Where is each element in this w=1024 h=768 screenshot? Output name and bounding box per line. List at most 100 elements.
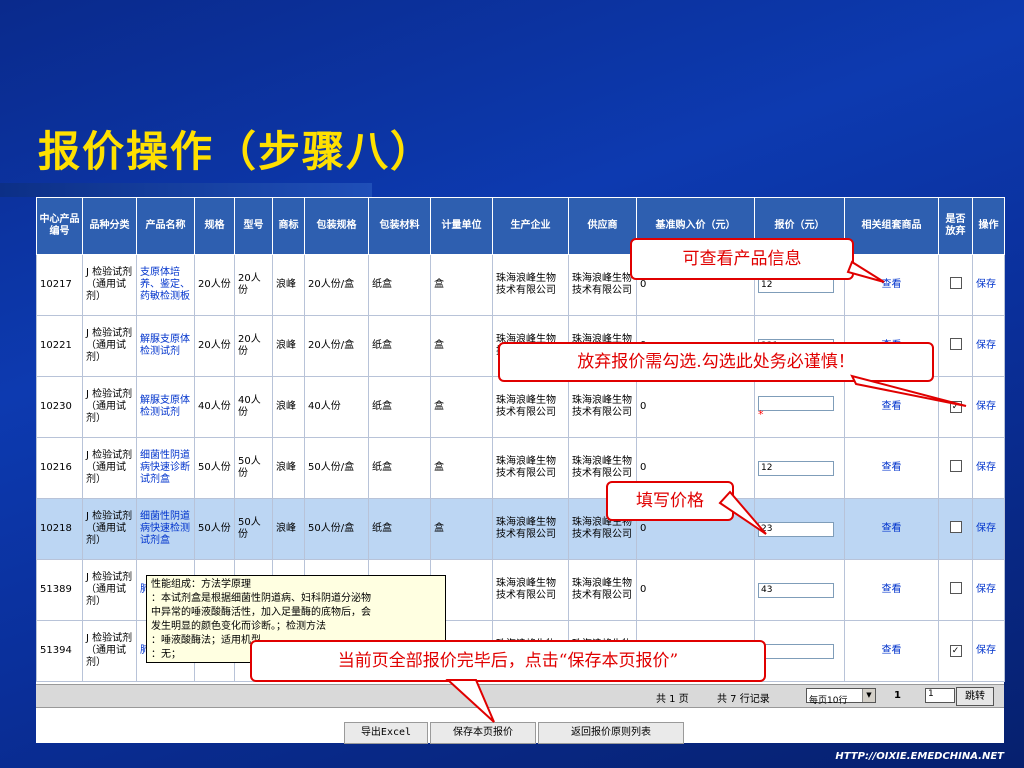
abandon-checkbox[interactable] <box>949 338 962 350</box>
per-page-select[interactable]: 每页10行 ▼ <box>806 688 876 706</box>
callout-abandon-warning: 放弃报价需勾选.勾选此处务必谨慎！ <box>498 342 934 382</box>
table-header-row: 中心产品编号 品种分类 产品名称 规格 型号 商标 包装规格 包装材料 计量单位 生产企业 供应商基… <box>36 197 1005 255</box>
abandon-checkbox[interactable] <box>949 277 962 289</box>
view-link[interactable]: 查看 <box>844 376 939 438</box>
cell-model: 20人份 <box>234 254 273 316</box>
callout-fill-price: 填写价格 <box>606 481 734 521</box>
cell-category: J 检验试剂（通用试剂） <box>82 254 137 316</box>
cell-pack-material: 纸盒 <box>368 498 431 560</box>
back-to-list-button[interactable]: 返回报价原则列表 <box>538 722 684 744</box>
tooltip-line: 发生明显的颜色变化而诊断。；检测方法 <box>151 621 326 632</box>
cell-quote: * <box>754 376 845 438</box>
cell-model: 50人份 <box>234 498 273 560</box>
cell-unit: 盒 <box>430 254 493 316</box>
column-header: 计量单位 <box>430 197 493 255</box>
cell-id: 10217 <box>36 254 83 316</box>
cell-category: J 检验试剂（通用试剂） <box>82 559 137 621</box>
cell-supplier: 珠海浪峰生物技术有限公司 <box>568 559 637 621</box>
pager-current: 1 <box>894 690 901 701</box>
cell-supplier: 珠海浪峰生物技术有限公司 <box>568 254 637 316</box>
cell-spec: 50人份 <box>194 437 235 499</box>
table-row: 10216 J 检验试剂（通用试剂） 细菌性阴道病快速诊断试剂盒 50人份 50人份 浪峰… <box>36 437 1005 499</box>
cell-abandon <box>938 498 973 560</box>
save-row-link[interactable]: 保存 <box>972 437 1005 499</box>
column-header: 型号 <box>234 197 273 255</box>
view-link[interactable]: 查看 <box>844 620 939 682</box>
cell-spec: 50人份 <box>194 498 235 560</box>
cell-quote: 12 <box>754 437 845 499</box>
save-row-link[interactable]: 保存 <box>972 620 1005 682</box>
quote-input[interactable]: 43 <box>758 582 834 598</box>
footer-url: HTTP://OIXIE.EMEDCHINA.NET <box>835 751 1004 762</box>
save-row-link[interactable]: 保存 <box>972 498 1005 560</box>
cell-spec: 20人份 <box>194 254 235 316</box>
column-header: 操作 <box>972 197 1005 255</box>
cell-maker: 珠海浪峰生物技术有限公司 <box>492 498 569 560</box>
abandon-checkbox[interactable] <box>949 521 962 533</box>
cell-name[interactable]: 细菌性阴道病快速诊断试剂盒 <box>136 437 195 499</box>
abandon-checkbox[interactable] <box>949 460 962 472</box>
abandon-checkbox[interactable] <box>949 582 962 594</box>
jump-button[interactable]: 跳转 <box>956 687 994 706</box>
save-row-link[interactable]: 保存 <box>972 376 1005 438</box>
cell-id: 51394 <box>36 620 83 682</box>
abandon-checkbox[interactable]: ✓ <box>949 401 962 413</box>
abandon-checkbox[interactable]: ✓ <box>949 645 962 657</box>
save-row-link[interactable]: 保存 <box>972 254 1005 316</box>
view-link[interactable]: 查看 <box>844 498 939 560</box>
cell-id: 10216 <box>36 437 83 499</box>
cell-category: J 检验试剂（通用试剂） <box>82 620 137 682</box>
cell-unit: 盒 <box>430 437 493 499</box>
export-excel-button[interactable]: 导出Excel <box>344 722 428 744</box>
column-header: 相关组套商品 <box>844 197 939 255</box>
slide-title: 报价操作（步骤八） <box>38 127 435 176</box>
quote-input[interactable]: 12 <box>758 460 834 476</box>
cell-maker: 珠海浪峰生物技术有限公司 <box>492 437 569 499</box>
cell-pack-material: 纸盒 <box>368 437 431 499</box>
view-link[interactable]: 查看 <box>844 559 939 621</box>
cell-quote: 43 <box>754 559 845 621</box>
column-header: 是否放弃 <box>938 197 973 255</box>
page-number-input[interactable]: 1 <box>925 688 955 703</box>
cell-maker: 珠海浪峰生物技术有限公司 <box>492 376 569 438</box>
cell-id: 10230 <box>36 376 83 438</box>
cell-category: J 检验试剂（通用试剂） <box>82 376 137 438</box>
view-link[interactable]: 查看 <box>844 437 939 499</box>
cell-category: J 检验试剂（通用试剂） <box>82 315 137 377</box>
chevron-down-icon: ▼ <box>862 689 875 702</box>
column-header: 中心产品编号 <box>36 197 83 255</box>
cell-pack-spec: 40人份 <box>304 376 369 438</box>
cell-pack-material: 纸盒 <box>368 376 431 438</box>
cell-quote <box>754 620 845 682</box>
quote-input[interactable]: 23 <box>758 521 834 537</box>
quote-input[interactable] <box>758 643 834 659</box>
save-row-link[interactable]: 保存 <box>972 315 1005 377</box>
tooltip-line: ：本试剂盒是根据细菌性阴道病、妇科阴道分泌物 <box>151 593 371 604</box>
column-header: 生产企业 <box>492 197 569 255</box>
save-page-button[interactable]: 保存本页报价 <box>430 722 536 744</box>
cell-name[interactable]: 解脲支原体检测试剂 <box>136 315 195 377</box>
column-header: 产品名称 <box>136 197 195 255</box>
cell-name[interactable]: 支原体培养、鉴定、药敏检测板 <box>136 254 195 316</box>
cell-category: J 检验试剂（通用试剂） <box>82 498 137 560</box>
table-row: 10230 J 检验试剂（通用试剂） 解脲支原体检测试剂 40人份 40人份 浪峰 40人份… <box>36 376 1005 438</box>
cell-abandon <box>938 559 973 621</box>
cell-pack-material: 纸盒 <box>368 315 431 377</box>
cell-category: J 检验试剂（通用试剂） <box>82 437 137 499</box>
column-header: 包装规格 <box>304 197 369 255</box>
cell-brand: 浪峰 <box>272 437 305 499</box>
cell-name[interactable]: 细菌性阴道病快速检测试剂盒 <box>136 498 195 560</box>
view-link[interactable]: 查看 <box>844 254 939 316</box>
cell-abandon <box>938 437 973 499</box>
cell-brand: 浪峰 <box>272 315 305 377</box>
cell-id: 10221 <box>36 315 83 377</box>
column-header: 品种分类 <box>82 197 137 255</box>
cell-brand: 浪峰 <box>272 376 305 438</box>
column-header: 规格 <box>194 197 235 255</box>
quote-input[interactable] <box>758 395 834 411</box>
cell-abandon <box>938 315 973 377</box>
cell-pack-material: 纸盒 <box>368 254 431 316</box>
cell-brand: 浪峰 <box>272 254 305 316</box>
cell-name[interactable]: 解脲支原体检测试剂 <box>136 376 195 438</box>
save-row-link[interactable]: 保存 <box>972 559 1005 621</box>
